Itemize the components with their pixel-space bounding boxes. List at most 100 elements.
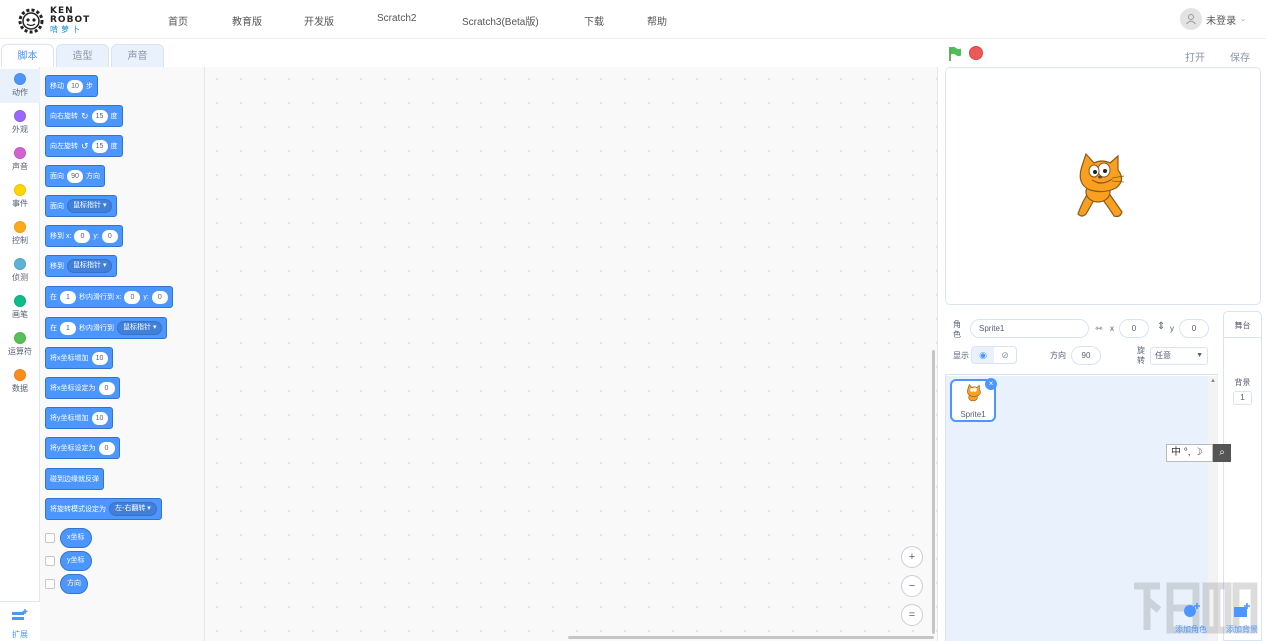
degrees-input[interactable]: 15 [91,139,108,153]
x-input[interactable]: 0 [124,290,141,304]
block-turn-left[interactable]: 向左旋转 ↺ 15 度 [45,135,123,157]
target-dropdown[interactable]: 鼠标指针 ▾ [67,199,113,213]
open-button[interactable]: 打开 [1185,49,1205,64]
category-looks[interactable]: 外观 [0,106,40,140]
tab-costumes[interactable]: 造型 [56,44,109,68]
value-input[interactable]: 10 [91,351,108,365]
nav-download[interactable]: 下载 [584,13,604,28]
pen-dot-icon [14,295,26,307]
block-move-steps[interactable]: 移动 10 步 [45,75,98,97]
category-control[interactable]: 控制 [0,217,40,251]
block-text: 在 [50,325,57,332]
category-sensing[interactable]: 侦测 [0,254,40,288]
y-input[interactable]: 0 [101,229,118,243]
y-input[interactable]: 0 [151,290,168,304]
x-label: x [1110,324,1114,333]
block-point-towards[interactable]: 面向 鼠标指针 ▾ [45,195,118,217]
nav-education[interactable]: 教育版 [232,13,262,28]
block-set-rotation-style[interactable]: 将旋转模式设定为 左-右翻转 ▾ [45,498,162,520]
workspace-vertical-scrollbar[interactable] [932,350,935,634]
block-text: y: [143,293,149,301]
workspace-horizontal-scrollbar[interactable] [568,636,934,639]
horizontal-arrows-icon: ⇿ [1095,323,1103,333]
block-glide-to[interactable]: 在 1 秒内滑行到 鼠标指针 ▾ [45,317,168,339]
rotation-style-value: 任意 [1155,351,1171,360]
rotation-style-dropdown[interactable]: 左-右翻转 ▾ [109,502,157,516]
block-goto-xy[interactable]: 移到 x: 0 y: 0 [45,225,123,247]
stop-icon[interactable] [969,46,983,60]
nav-developer[interactable]: 开发版 [304,13,334,28]
nav-scratch3-beta[interactable]: Scratch3(Beta版) [462,13,539,28]
ypos-checkbox[interactable] [45,556,55,566]
seconds-input[interactable]: 1 [60,290,76,304]
category-motion[interactable]: 动作 [0,69,40,103]
category-events[interactable]: 事件 [0,180,40,214]
block-bounce-on-edge[interactable]: 碰到边缘就反弹 [45,468,104,490]
value-input[interactable]: 10 [91,411,108,425]
zoom-out-button[interactable]: − [901,575,923,597]
sprite-thumbnail[interactable]: Sprite1 × [950,378,997,422]
rotation-style-select[interactable]: 任意 ▼ [1150,347,1208,365]
add-sprite-button[interactable]: 添加角色 [1175,624,1207,635]
reporter-y-position[interactable]: y坐标 [60,551,92,571]
ken-robot-logo[interactable]: KEN ROBOT 啃萝卜 [18,6,90,34]
category-sound[interactable]: 声音 [0,143,40,177]
show-eye-icon[interactable]: ◉ [972,347,994,363]
sprite-thumb-name: Sprite1 [960,410,986,419]
visibility-toggle: ◉ ⊘ [971,346,1017,364]
block-set-y[interactable]: 将y坐标设定为 0 [45,437,120,459]
x-input[interactable]: 0 [74,229,91,243]
sprite-name-input[interactable]: Sprite1 [970,319,1089,338]
block-goto[interactable]: 移到 鼠标指针 ▾ [45,255,118,277]
add-backdrop-button[interactable]: 添加背景 [1226,624,1258,635]
script-workspace[interactable] [205,67,938,641]
block-set-x[interactable]: 将x坐标设定为 0 [45,377,120,399]
ime-toolbar[interactable]: 中 °, ☽ [1166,444,1213,462]
block-text: y: [93,232,99,240]
block-change-x[interactable]: 将x坐标增加 10 [45,347,113,369]
tab-sounds[interactable]: 声音 [111,44,164,68]
green-flag-icon[interactable] [948,46,962,65]
scratch-cat-sprite[interactable] [1068,152,1134,222]
direction-input[interactable]: 90 [67,169,83,183]
x-input[interactable]: 0 [1119,319,1149,338]
tab-code[interactable]: 脚本 [1,44,54,68]
reporter-direction[interactable]: 方向 [60,574,88,594]
seconds-input[interactable]: 1 [60,321,76,335]
motion-dot-icon [14,73,26,85]
xpos-checkbox[interactable] [45,533,55,543]
zoom-in-button[interactable]: + [901,546,923,568]
nav-help[interactable]: 帮助 [647,13,667,28]
direction-checkbox[interactable] [45,579,55,589]
target-dropdown[interactable]: 鼠标指针 ▾ [67,259,113,273]
category-data[interactable]: 数据 [0,365,40,399]
category-operators[interactable]: 运算符 [0,328,40,362]
delete-sprite-icon[interactable]: × [985,378,997,390]
nav-scratch2[interactable]: Scratch2 [377,13,416,24]
block-point-direction[interactable]: 面向 90 方向 [45,165,105,187]
add-backdrop-icon[interactable] [1233,602,1251,618]
value-input[interactable]: 0 [98,381,115,395]
nav-home[interactable]: 首页 [168,13,188,28]
steps-input[interactable]: 10 [67,79,83,93]
direction-input[interactable]: 90 [1071,346,1101,365]
reporter-x-position[interactable]: x坐标 [60,528,92,548]
zoom-reset-button[interactable]: = [901,604,923,626]
search-icon[interactable]: ⌕ [1213,444,1231,462]
block-glide-xy[interactable]: 在 1 秒内滑行到 x: 0 y: 0 [45,286,173,308]
hide-eye-icon[interactable]: ⊘ [994,347,1016,363]
add-sprite-icon[interactable] [1183,602,1201,618]
block-text: 将x坐标增加 [50,355,89,362]
category-pen[interactable]: 画笔 [0,291,40,325]
block-turn-right[interactable]: 向右旋转 ↻ 15 度 [45,105,123,127]
block-change-y[interactable]: 将y坐标增加 10 [45,407,113,429]
user-menu[interactable]: 未登录 ⌄ [1180,8,1246,30]
dropdown-value: 鼠标指针 [123,324,151,331]
degrees-input[interactable]: 15 [91,109,108,123]
y-input[interactable]: 0 [1179,319,1209,338]
value-input[interactable]: 0 [98,441,115,455]
extension-label: 扩展 [12,630,28,639]
target-dropdown[interactable]: 鼠标指针 ▾ [117,321,163,335]
add-extension-button[interactable]: 扩展 [0,601,40,641]
save-button[interactable]: 保存 [1230,49,1250,64]
